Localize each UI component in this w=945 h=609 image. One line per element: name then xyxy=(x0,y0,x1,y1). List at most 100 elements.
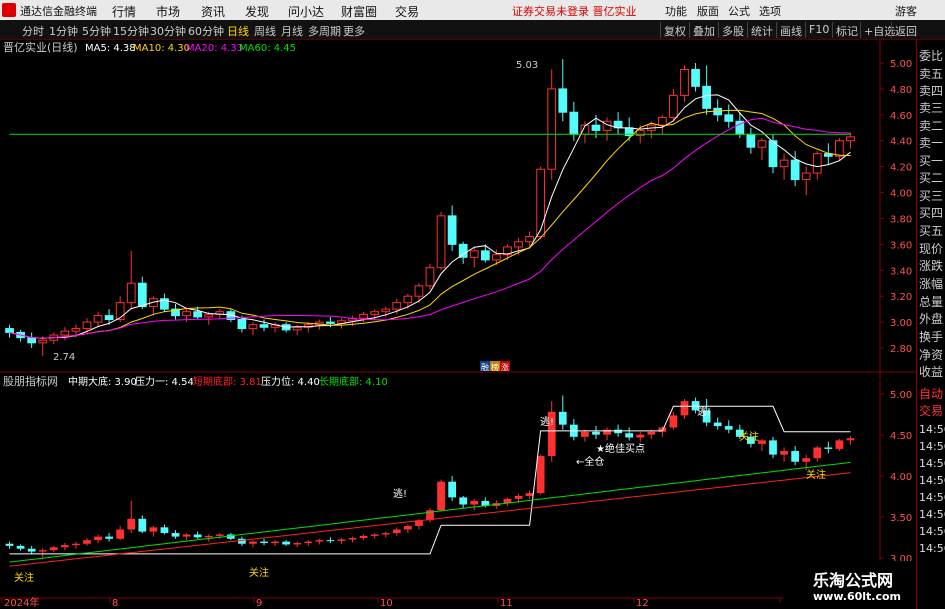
y-tick-label: 3.60 xyxy=(890,240,912,251)
tool-stats[interactable]: 统计 xyxy=(747,22,776,38)
indicator-bar xyxy=(437,481,445,511)
y-tick-label: 3.00 xyxy=(890,318,912,329)
period-multi[interactable]: 多周期 xyxy=(308,23,341,39)
tool-mark[interactable]: 标记 xyxy=(832,22,861,38)
candle-body xyxy=(525,236,534,243)
app-title: 通达信金融终端 xyxy=(20,5,97,18)
ind-mid-bottom: 中期大底: 3.90 xyxy=(68,375,137,388)
indicator-bar xyxy=(238,538,246,544)
candle-body xyxy=(27,337,37,344)
menu-ask[interactable]: 问小达 xyxy=(288,3,324,20)
watermark-url: www.60lt.com xyxy=(813,590,902,603)
ind-pressure-one: 压力一: 4.54 xyxy=(135,375,194,388)
period-1min[interactable]: 1分钟 xyxy=(49,23,78,39)
menu-market[interactable]: 行情 xyxy=(112,3,136,20)
candle-body xyxy=(204,313,214,318)
guest-label[interactable]: 游客 xyxy=(895,3,917,19)
tool-adjust[interactable]: 复权 xyxy=(660,22,689,38)
menu-formula[interactable]: 公式 xyxy=(728,3,750,19)
candle-body xyxy=(779,159,789,168)
ma5-line xyxy=(9,94,851,339)
period-weekly[interactable]: 周线 xyxy=(254,23,276,39)
indicator-bar xyxy=(835,440,844,449)
sub-y-tick-label: 5.00 xyxy=(890,390,912,401)
tool-back[interactable]: 返回 xyxy=(891,22,920,38)
tick-time-1: 14:56 xyxy=(919,423,945,436)
candle-body xyxy=(292,326,302,331)
candle-body xyxy=(137,282,147,308)
menu-trade[interactable]: 交易 xyxy=(395,3,419,20)
period-more[interactable]: 更多 xyxy=(343,23,365,39)
menu-options[interactable]: 选项 xyxy=(759,3,781,19)
period-30min[interactable]: 30分钟 xyxy=(150,23,186,39)
indicator-bar xyxy=(802,458,811,462)
candle-body xyxy=(680,68,689,96)
candle-body xyxy=(635,129,645,137)
auto-trade-2[interactable]: 交易 xyxy=(919,403,943,419)
period-5min[interactable]: 5分钟 xyxy=(82,23,111,39)
y-tick-label: 3.40 xyxy=(890,266,912,277)
tool-multistock[interactable]: 多股 xyxy=(718,22,747,38)
indicator-bar xyxy=(83,540,91,544)
rp-sell5: 卖五 xyxy=(919,67,944,81)
indicator-bar xyxy=(381,533,390,535)
period-60min[interactable]: 60分钟 xyxy=(188,23,224,39)
menu-news[interactable]: 资讯 xyxy=(201,3,225,20)
candle-body xyxy=(469,250,479,258)
candle-body xyxy=(591,124,601,131)
escape-signal-1: 逃! xyxy=(393,487,407,500)
indicator-bar xyxy=(625,433,634,438)
candle-body xyxy=(359,313,368,319)
quote-panel: 委比 卖五 卖四 卖三 卖二 卖一 买一 买二 买三 买四 买五 现价 涨跌 涨… xyxy=(916,40,945,609)
period-monthly[interactable]: 月线 xyxy=(281,23,303,39)
watch-label-1: 关注 xyxy=(14,571,34,584)
rp-sell2: 卖二 xyxy=(919,119,944,133)
candle-body xyxy=(115,302,125,320)
candle-body xyxy=(569,111,579,135)
indicator-bar xyxy=(60,545,69,548)
candle-body xyxy=(812,153,822,174)
menu-markets[interactable]: 市场 xyxy=(156,3,180,20)
menu-wealth[interactable]: 财富圈 xyxy=(341,3,377,20)
menu-discover[interactable]: 发现 xyxy=(245,3,269,20)
menu-layout[interactable]: 版面 xyxy=(697,3,719,19)
indicator-bar xyxy=(127,518,136,530)
indicator-bar xyxy=(49,547,58,551)
indicator-bar xyxy=(647,431,656,435)
x-tick-label: 12 xyxy=(636,598,649,609)
candle-body xyxy=(403,295,413,304)
period-daily[interactable]: 日线 xyxy=(227,23,249,39)
ind-long-bottom: 长期底部: 4.10 xyxy=(319,375,388,388)
period-intraday[interactable]: 分时 xyxy=(22,23,44,39)
indicator-bar xyxy=(282,541,291,545)
candle-body xyxy=(657,116,667,126)
y-tick-label: 3.20 xyxy=(890,292,912,303)
indicator-bar xyxy=(5,543,14,546)
rp-sell4: 卖四 xyxy=(919,84,944,98)
chart-area[interactable]: 5.00 4.80 4.60 4.40 4.20 4.00 3.80 3.60 3.40 3.20… xyxy=(0,40,916,609)
auto-trade-1[interactable]: 自动 xyxy=(919,386,943,402)
indicator-bar xyxy=(304,541,313,544)
menu-function[interactable]: 功能 xyxy=(665,3,687,19)
indicator-bar xyxy=(38,550,47,552)
period-15min[interactable]: 15分钟 xyxy=(113,23,149,39)
tool-overlay[interactable]: 叠加 xyxy=(689,22,718,38)
y-tick-label: 4.20 xyxy=(890,163,912,174)
candle-body xyxy=(447,215,457,245)
indicator-bar xyxy=(72,543,80,546)
candle-body xyxy=(60,330,70,336)
badge-rise-text: 涨 xyxy=(501,362,509,372)
indicator-bar xyxy=(536,456,545,494)
period-toolbar: 分时 1分钟 5分钟 15分钟 30分钟 60分钟 日线 周线 月线 多周期 更… xyxy=(0,20,945,40)
indicator-bar xyxy=(780,451,788,455)
rp-buy5: 买五 xyxy=(919,224,944,238)
tool-draw[interactable]: 画线 xyxy=(776,22,805,38)
tool-f10[interactable]: F10 xyxy=(805,22,832,38)
indicator-bar xyxy=(581,431,589,437)
candle-body xyxy=(414,285,424,297)
ma5-label: MA5: 4.38 xyxy=(85,43,136,54)
app-logo-icon xyxy=(2,3,16,17)
candle-body xyxy=(237,319,247,330)
rp-buy4: 买四 xyxy=(919,206,944,220)
tick-time-5: 14:56 xyxy=(919,491,945,504)
